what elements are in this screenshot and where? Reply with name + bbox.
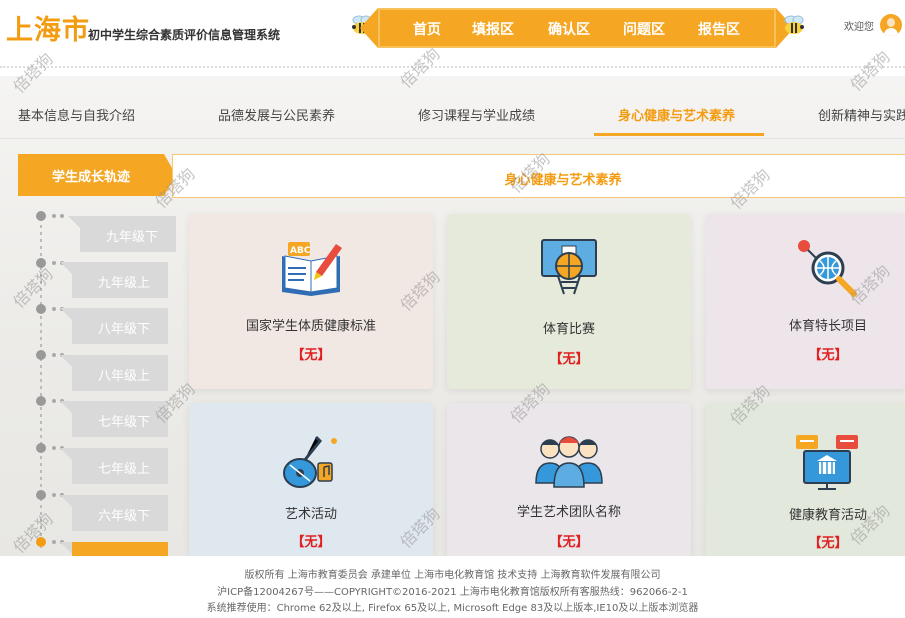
- grade-7-1[interactable]: 七年级上: [60, 448, 168, 484]
- card-status: 【无】: [291, 348, 331, 363]
- presentation-screen-icon: [796, 435, 858, 490]
- nav-home[interactable]: 首页: [413, 19, 441, 39]
- card-title: 学生艺术团队名称: [516, 505, 621, 520]
- category-tabs: 基本信息与自我介绍 品德发展与公民素养 修习课程与学业成绩 身心健康与艺术素养 …: [0, 90, 905, 139]
- timeline-dots: [52, 214, 68, 218]
- grade-active-partial[interactable]: [60, 542, 168, 556]
- card-status: 【无】: [549, 352, 589, 367]
- grade-6-2[interactable]: 六年级下: [60, 495, 168, 531]
- timeline-dot: [36, 258, 46, 268]
- card-art-team[interactable]: 学生艺术团队名称 【无】: [447, 403, 691, 556]
- bee-icon: [784, 15, 804, 34]
- card-title: 健康教育活动: [788, 508, 867, 523]
- card-fitness-standard[interactable]: ABC 国家学生体质健康标准 【无】: [189, 214, 433, 389]
- card-status: 【无】: [291, 535, 331, 550]
- card-status: 【无】: [549, 535, 589, 550]
- card-status: 【无】: [808, 348, 848, 363]
- main-nav: 首页 填报区 确认区 问题区 报告区: [360, 8, 794, 48]
- nav-confirm[interactable]: 确认区: [548, 19, 590, 39]
- avatar[interactable]: [880, 14, 902, 36]
- card-status: 【无】: [808, 536, 848, 551]
- card-title: 体育特长项目: [788, 319, 867, 334]
- basketball-hoop-icon: [541, 239, 597, 295]
- tab-health-arts[interactable]: 身心健康与艺术素养: [618, 105, 735, 124]
- svg-text:ABC: ABC: [290, 246, 311, 256]
- timeline-dot: [36, 304, 46, 314]
- welcome-text: 欢迎您: [844, 22, 874, 33]
- timeline-dot: [36, 443, 46, 453]
- footer: 版权所有 上海市教育委员会 承建单位 上海市电化教育馆 技术支持 上海教育软件发…: [0, 556, 905, 618]
- globe-magnifier-icon: [798, 240, 857, 297]
- section-title: 身心健康与艺术素养: [504, 173, 622, 188]
- grade-9-2[interactable]: 九年级下: [68, 216, 176, 252]
- card-sports-specialty[interactable]: 体育特长项目 【无】: [706, 214, 905, 389]
- guitar-music-icon: [283, 435, 337, 488]
- footer-copyright: 版权所有 上海市教育委员会 承建单位 上海市电化教育馆 技术支持 上海教育软件发…: [244, 570, 661, 581]
- timeline-dot-active: [36, 537, 46, 547]
- logo-city: 上海市: [6, 15, 90, 46]
- abc-book-icon: ABC: [282, 242, 342, 296]
- timeline-dot: [36, 490, 46, 500]
- footer-icp: 沪ICP备12004267号——COPYRIGHT©2016-2021 上海市电…: [217, 587, 688, 598]
- nav-report[interactable]: 报告区: [698, 19, 740, 39]
- footer-browser: 系统推荐使用：Chrome 62及以上, Firefox 65及以上, Micr…: [206, 603, 699, 614]
- tab-courses[interactable]: 修习课程与学业成绩: [418, 105, 535, 124]
- card-title: 国家学生体质健康标准: [245, 319, 376, 334]
- nav-fill[interactable]: 填报区: [472, 19, 514, 39]
- tab-innovation[interactable]: 创新精神与实践: [818, 105, 905, 124]
- header: 上海市 初中学生综合素质评价信息管理系统 首页 填报区 确认区 问题区 报告区 …: [0, 0, 905, 66]
- grade-8-1[interactable]: 八年级上: [60, 355, 168, 391]
- tab-moral[interactable]: 品德发展与公民素养: [218, 105, 335, 124]
- nav-issue[interactable]: 问题区: [623, 19, 665, 39]
- page-root: 上海市 初中学生综合素质评价信息管理系统 首页 填报区 确认区 问题区 报告区 …: [0, 0, 905, 618]
- timeline-dot: [36, 211, 46, 221]
- tabs-divider: [0, 138, 905, 139]
- card-title: 艺术活动: [284, 507, 337, 522]
- team-people-icon: [535, 436, 603, 488]
- section-banner: 身心健康与艺术素养: [172, 154, 905, 198]
- tab-basic-info[interactable]: 基本信息与自我介绍: [18, 105, 135, 124]
- grade-7-2[interactable]: 七年级下: [60, 401, 168, 437]
- grade-8-2[interactable]: 八年级下: [60, 308, 168, 344]
- sidebar-title: 学生成长轨迹: [18, 154, 176, 196]
- card-health-education[interactable]: 健康教育活动 【无】: [706, 403, 905, 556]
- timeline-dot: [36, 350, 46, 360]
- timeline-dot: [36, 396, 46, 406]
- card-art-activity[interactable]: 艺术活动 【无】: [189, 403, 433, 556]
- card-title: 体育比赛: [542, 322, 595, 337]
- card-sports-competition[interactable]: 体育比赛 【无】: [447, 214, 691, 389]
- header-divider: [0, 66, 905, 74]
- grade-9-1[interactable]: 九年级上: [60, 262, 168, 298]
- active-tab-underline: [594, 133, 764, 136]
- system-name: 初中学生综合素质评价信息管理系统: [88, 28, 281, 42]
